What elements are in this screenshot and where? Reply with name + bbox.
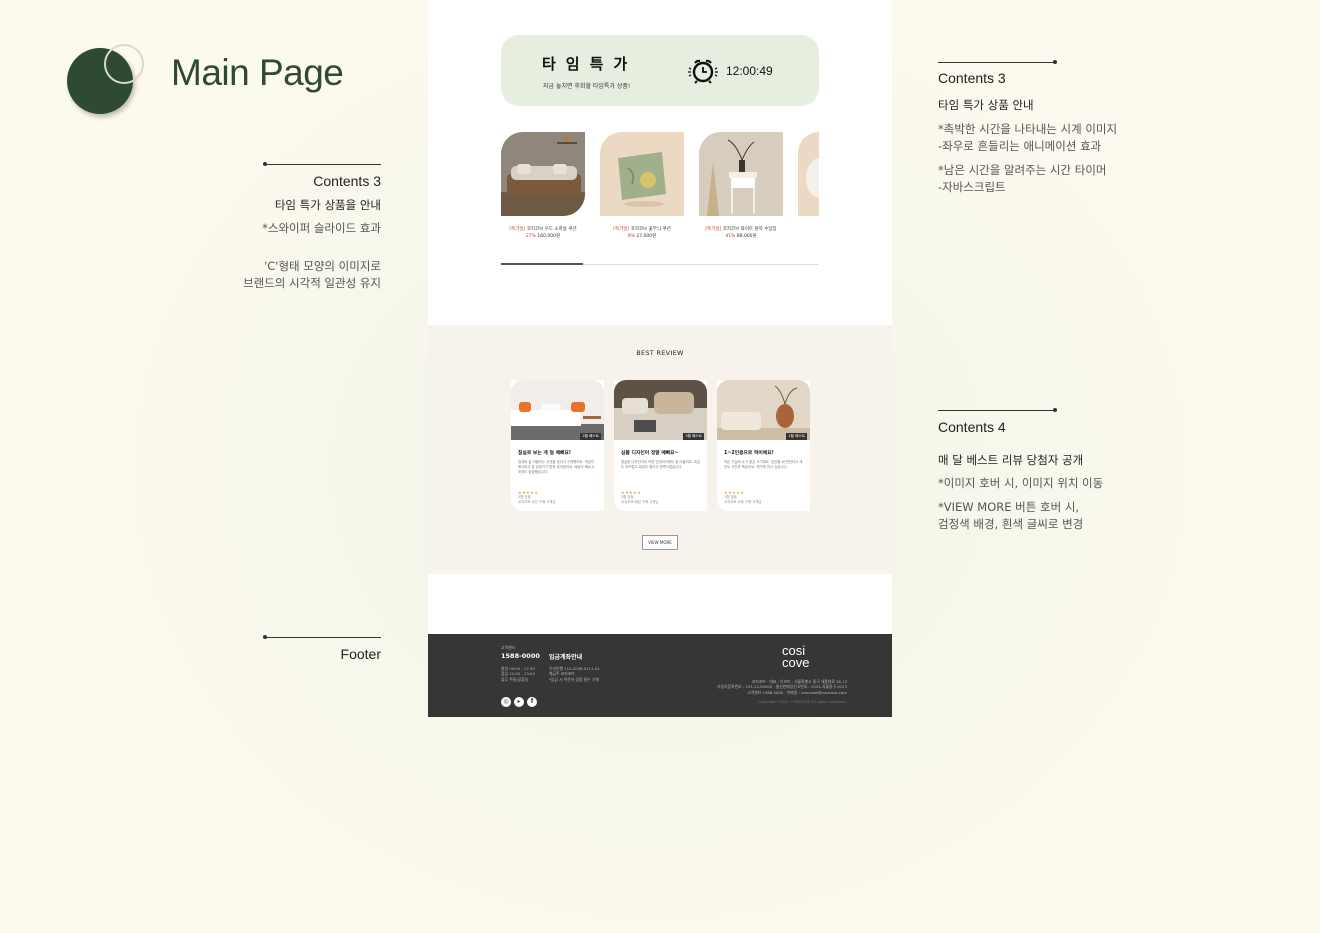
note-title: Contents 4 [938, 419, 1006, 435]
note-divider [265, 637, 381, 638]
product-caption[interactable]: [특가딜] 코지코브 꽃무늬 쿠션 9% 27,000원 [600, 226, 684, 240]
note-line: 브랜드의 시각적 일관성 유지 [243, 276, 381, 290]
note-line: 'C'형태 모양의 이미지로 [264, 259, 381, 273]
instagram-icon[interactable]: ◎ [501, 697, 511, 707]
product-caption[interactable]: [특가딜] 코지코브 우드 소파용 쿠션 27% 160,000원 [501, 226, 585, 240]
review-image[interactable] [717, 380, 810, 440]
note-line: *스와이퍼 슬라이드 효과 [262, 221, 381, 235]
facebook-icon[interactable]: f [527, 697, 537, 707]
note-dot [1053, 408, 1057, 412]
review-card[interactable]: 3월 베스트 심플 디자인이 정말 예뻐요~ 깔끔한 디자인이라 어떤 인테리어… [614, 380, 707, 511]
review-image[interactable] [614, 380, 707, 440]
note-line: *촉박한 시간을 나타내는 시계 이미지 [938, 122, 1118, 136]
footer-bank-title: 입금계좌안내 [549, 654, 583, 661]
page-title: Main Page [171, 52, 344, 93]
note-subtitle: 타임 특가 상품을 안내 [274, 198, 381, 212]
note-title: Contents 3 [938, 70, 1006, 86]
review-meta: 3월 당첨 코지코브 베딩 구매 고객님 [621, 495, 659, 504]
slider-scrollbar-thumb[interactable] [501, 263, 583, 265]
note-line: -자바스크립트 [938, 180, 1006, 194]
review-meta: 1월 당첨 코지코브 소파 구매 고객님 [724, 495, 762, 504]
product-image[interactable] [600, 132, 684, 216]
note-divider [938, 62, 1054, 63]
note-line: -좌우로 흔들리는 애니메이션 효과 [938, 139, 1102, 153]
footer-company-info: 코지코브 · 대표 : 이코브 · 서울특별시 중구 세종대로 26 13 사업자… [717, 679, 847, 695]
brand-logo-ring [104, 44, 144, 84]
review-badge: 2월 베스트 [580, 433, 601, 440]
review-image[interactable] [511, 380, 604, 440]
review-title: 침실로 보는 게 딜 예뻐요! [518, 451, 571, 456]
note-subtitle: 타임 특가 상품 안내 [938, 98, 1034, 112]
countdown-timer: 12:00:49 [726, 64, 773, 78]
review-text: 침대와 잘 어울리는 쿠션을 찾다가 구매했어요. 색감이 화사하고 방 분위기… [518, 460, 595, 474]
note-divider [265, 164, 381, 165]
footer-logo[interactable]: cosi cove [782, 644, 809, 669]
product-image[interactable] [501, 132, 585, 216]
note-divider [938, 410, 1054, 411]
review-text: 깔끔한 디자인이라 어떤 인테리어에도 잘 어울려요. 촉감도 부드럽고 마감도… [621, 460, 701, 469]
note-dot [1053, 60, 1057, 64]
footer-cs-label: 고객센터 [501, 645, 515, 650]
timesale-title: 타임특가 [542, 55, 638, 73]
note-title: Footer [340, 646, 381, 662]
product-image[interactable] [699, 132, 783, 216]
view-more-button[interactable]: VIEW MORE [642, 535, 678, 550]
footer-copyright: Copyright 2024. COSICOVE All rights rese… [758, 699, 847, 704]
best-review-heading: BEST REVIEW [636, 349, 684, 357]
review-title: 1~2인용으로 딱이에요! [724, 451, 774, 456]
review-card[interactable]: 1월 베스트 1~2인용으로 딱이에요! 작은 거실에 두기 좋은 크기예요. … [717, 380, 810, 511]
review-badge: 3월 베스트 [683, 433, 704, 440]
alarm-clock-icon [688, 59, 718, 84]
review-meta: 2월 당첨 코지코브 쿠션 구매 고객님 [518, 495, 556, 504]
review-card[interactable]: 2월 베스트 침실로 보는 게 딜 예뻐요! 침대와 잘 어울리는 쿠션을 찾다… [511, 380, 604, 511]
timesale-subtitle: 지금 놓치면 후회할 타임특가 상품! [543, 83, 631, 90]
footer-hours: 평일 09:00 - 17:30 점심 12:00 - 13:00 휴무 주말/공휴… [501, 666, 535, 682]
note-title: Contents 3 [313, 173, 381, 189]
note-line: 검정색 배경, 흰색 글씨로 변경 [938, 517, 1084, 531]
review-text: 작은 거실에 두기 좋은 크기예요. 앉았을 때 편안하고 색감도 사진과 똑같… [724, 460, 803, 469]
product-image[interactable] [798, 132, 819, 216]
footer-bank-info: 우리은행 112-2036-5111-01 예금주 코지코브 *입금 시 주문자 성… [549, 666, 600, 682]
review-title: 심플 디자인이 정말 예뻐요~ [621, 451, 679, 456]
footer [428, 634, 892, 717]
review-badge: 1월 베스트 [786, 433, 807, 440]
note-subtitle: 매 달 베스트 리뷰 당첨자 공개 [938, 453, 1084, 467]
youtube-icon[interactable]: ▸ [514, 697, 524, 707]
note-line: *이미지 호버 시, 이미지 위치 이동 [938, 476, 1104, 490]
footer-phone[interactable]: 1588-0000 [501, 652, 540, 660]
product-caption[interactable]: [특가딜] 코지코브 화이트 원목 수납장 41% 88,000원 [699, 226, 783, 240]
note-line: *VIEW MORE 버튼 호버 시, [938, 500, 1080, 514]
note-line: *남은 시간을 알려주는 시간 타이머 [938, 163, 1107, 177]
